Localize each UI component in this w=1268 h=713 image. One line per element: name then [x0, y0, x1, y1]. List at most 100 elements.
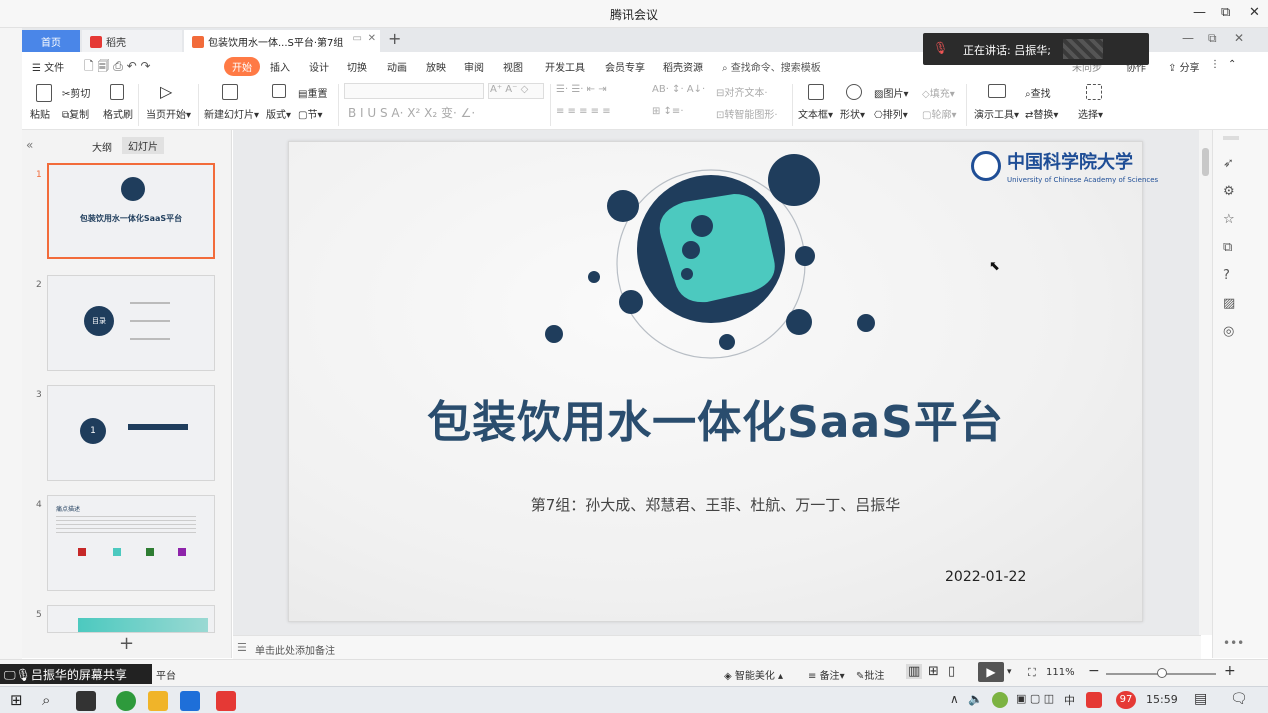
action-center-icon[interactable]: 🗨 — [1230, 691, 1248, 707]
zoom-level[interactable]: 111% — [1046, 667, 1075, 678]
picture-button[interactable]: ▨图片▾ — [874, 85, 908, 100]
tencent-meeting-icon[interactable] — [180, 691, 200, 711]
reading-view-icon[interactable]: ▯ — [948, 664, 955, 679]
tab-document[interactable]: 包装饮用水一体...S平台·第7组 ▭ ✕ — [184, 30, 380, 52]
explorer-icon[interactable] — [148, 691, 168, 711]
help-icon[interactable]: ? — [1223, 268, 1230, 283]
minimize-icon[interactable]: — — [1193, 5, 1206, 20]
tab-daoke[interactable]: 稻壳 — [82, 30, 182, 52]
menu-design[interactable]: 设计 — [309, 59, 329, 74]
menu-view[interactable]: 视图 — [503, 59, 523, 74]
cut-button[interactable]: ✂剪切 — [62, 85, 90, 100]
slide-thumb-3[interactable]: 1 — [47, 385, 215, 481]
presenter-tools-button[interactable]: 演示工具▾ — [974, 106, 1019, 121]
fill-button[interactable]: ◇填充▾ — [922, 85, 955, 100]
menu-slideshow[interactable]: 放映 — [426, 59, 446, 74]
tray-icons[interactable]: ▣ ▢ ◫ — [1016, 692, 1054, 705]
menu-transition[interactable]: 切换 — [347, 59, 367, 74]
rail-more-icon[interactable]: ••• — [1223, 636, 1244, 650]
paste-icon[interactable] — [36, 84, 52, 102]
menu-devtools[interactable]: 开发工具 — [545, 59, 585, 74]
slide-subtitle[interactable]: 第7组：孙大成、郑慧君、王菲、杜航、万一丁、吕振华 — [289, 494, 1142, 515]
notes-bar[interactable]: ☰ 单击此处添加备注 — [233, 635, 1201, 659]
scrollbar-thumb[interactable] — [1202, 148, 1209, 176]
zoom-slider-handle[interactable] — [1157, 668, 1167, 678]
notes-toggle-button[interactable]: ≡ 备注▾ — [808, 667, 845, 682]
vertical-scrollbar[interactable] — [1199, 130, 1212, 635]
start-icon[interactable]: ⊞ — [10, 691, 23, 709]
tabbar-close-icon[interactable]: ✕ — [1234, 31, 1244, 45]
collapse-ribbon-icon[interactable]: ⌃ — [1228, 59, 1236, 70]
list-buttons[interactable]: ☰· ☰· ⇤ ⇥ — [556, 84, 607, 95]
smart-beautify-button[interactable]: ◈ 智能美化 ▴ — [724, 667, 783, 682]
command-search[interactable]: ⌕ 查找命令、搜索模板 — [722, 59, 821, 74]
quick-access-icons[interactable]: 🗋 🗐 ⎙ ↶ ↷ — [84, 57, 151, 78]
tab-close-icon[interactable]: ✕ — [368, 33, 376, 44]
slide-date[interactable]: 2022-01-22 — [945, 569, 1026, 585]
close-icon[interactable]: ✕ — [1249, 5, 1260, 20]
new-tab-icon[interactable]: + — [388, 29, 401, 48]
play-icon[interactable]: ▷ — [160, 82, 172, 101]
fit-window-icon[interactable]: ⛶ — [1028, 666, 1036, 680]
align-text-button[interactable]: ⊟对齐文本· — [716, 84, 768, 99]
zoom-in-button[interactable]: + — [1224, 663, 1236, 679]
slide-thumb-1[interactable]: 包装饮用水一体化SaaS平台 — [47, 163, 215, 259]
shape-button[interactable]: 形状▾ — [840, 106, 865, 121]
search-icon[interactable]: ⌕ — [42, 691, 50, 709]
desktop-icon[interactable]: ▤ — [1194, 691, 1207, 707]
slide-thumb-5[interactable] — [47, 605, 215, 633]
notes-placeholder[interactable]: 单击此处添加备注 — [255, 642, 335, 657]
text-format-buttons[interactable]: B I U S A· X² X₂ 变· ∠· — [348, 104, 475, 121]
comments-button[interactable]: ✎批注 — [856, 667, 884, 682]
settings-sliders-icon[interactable]: ⚙ — [1223, 184, 1235, 199]
format-painter-icon[interactable] — [110, 84, 124, 100]
font-family-select[interactable] — [344, 83, 484, 99]
menu-review[interactable]: 审阅 — [464, 59, 484, 74]
format-painter-button[interactable]: 格式刷 — [103, 106, 133, 121]
clock[interactable]: 15:59 — [1146, 693, 1178, 706]
align-buttons[interactable]: ≡ ≡ ≡ ≡ ≡ — [556, 106, 611, 117]
menu-member[interactable]: 会员专享 — [605, 59, 645, 74]
copy-frame-icon[interactable]: ⧉ — [1223, 240, 1232, 255]
layout-button[interactable]: 版式▾ — [266, 106, 291, 121]
volume-icon[interactable]: 🔈 — [968, 692, 983, 706]
outline-button[interactable]: ▢轮廓▾ — [922, 106, 956, 121]
app-icon[interactable] — [76, 691, 96, 711]
menu-daoke-resources[interactable]: 稻壳资源 — [663, 59, 703, 74]
rocket-icon[interactable]: ➶ — [1223, 156, 1234, 171]
restore-icon[interactable]: ⧉ — [1221, 5, 1230, 20]
location-icon[interactable]: ◎ — [1223, 324, 1234, 339]
normal-view-icon[interactable]: ▥ — [906, 664, 923, 679]
play-options-icon[interactable]: ▾ — [1007, 667, 1012, 677]
new-slide-icon[interactable] — [222, 84, 238, 100]
tab-outline[interactable]: 大纲 — [92, 139, 112, 154]
tab-pin-icon[interactable]: ▭ — [353, 33, 362, 44]
replace-button[interactable]: ⇄替换▾ — [1025, 106, 1058, 121]
new-slide-button[interactable]: 新建幻灯片▾ — [204, 106, 259, 121]
tabbar-restore-icon[interactable]: ⧉ — [1208, 31, 1217, 46]
menu-animation[interactable]: 动画 — [387, 59, 407, 74]
menu-file[interactable]: ☰ 文件 — [32, 59, 64, 74]
shape-icon[interactable] — [846, 84, 862, 100]
wps-icon[interactable] — [216, 691, 236, 711]
menu-insert[interactable]: 插入 — [270, 59, 290, 74]
menu-home[interactable]: 开始 — [224, 57, 260, 76]
paste-button[interactable]: 粘贴 — [30, 106, 50, 121]
collapse-panel-icon[interactable]: « — [26, 138, 33, 152]
tray-app-icon[interactable] — [992, 692, 1008, 708]
zoom-out-button[interactable]: − — [1088, 663, 1100, 679]
sorter-view-icon[interactable]: ⊞ — [928, 664, 939, 679]
text-direction-buttons[interactable]: AB· ↕· A↓· — [652, 84, 705, 95]
play-slideshow-button[interactable]: ▶ — [978, 662, 1004, 682]
select-button[interactable]: 选择▾ — [1078, 106, 1103, 121]
find-button[interactable]: ⌕查找 — [1025, 85, 1051, 100]
sogou-icon[interactable] — [1086, 692, 1102, 708]
browser-icon[interactable] — [116, 691, 136, 711]
tabbar-minimize-icon[interactable]: — — [1182, 31, 1194, 45]
copy-button[interactable]: ⧉复制 — [62, 106, 89, 121]
convert-smart-button[interactable]: ⊡转智能图形· — [716, 106, 778, 121]
section-button[interactable]: ▢节▾ — [298, 106, 322, 121]
more-icon[interactable]: ⋮ — [1210, 59, 1220, 70]
add-slide-button[interactable]: + — [22, 633, 231, 658]
slide-thumb-2[interactable]: 目录 — [47, 275, 215, 371]
